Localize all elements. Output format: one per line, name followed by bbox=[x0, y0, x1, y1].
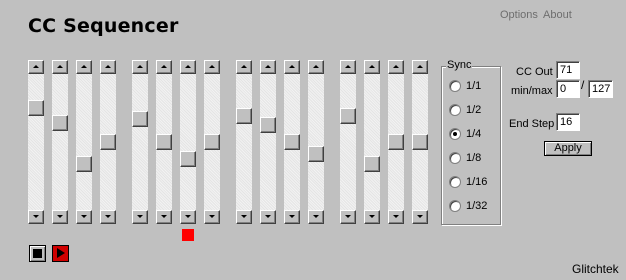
end-step-field[interactable]: 16 bbox=[556, 113, 580, 131]
step-slider-10[interactable] bbox=[260, 60, 276, 224]
sync-option-label: 1/16 bbox=[466, 176, 488, 188]
arrow-down-icon[interactable] bbox=[204, 210, 220, 224]
arrow-down-icon[interactable] bbox=[28, 210, 44, 224]
arrow-down-icon[interactable] bbox=[412, 210, 428, 224]
slider-thumb[interactable] bbox=[28, 100, 44, 116]
menu-options[interactable]: Options bbox=[500, 9, 538, 21]
arrow-up-icon[interactable] bbox=[28, 60, 44, 74]
slider-thumb[interactable] bbox=[156, 134, 172, 150]
step-slider-2[interactable] bbox=[52, 60, 68, 224]
arrow-up-icon[interactable] bbox=[76, 60, 92, 74]
radio-icon[interactable] bbox=[449, 200, 461, 212]
arrow-up-icon[interactable] bbox=[180, 60, 196, 74]
sync-option-label: 1/8 bbox=[466, 152, 482, 164]
app-title: CC Sequencer bbox=[28, 15, 179, 37]
arrow-up-icon[interactable] bbox=[364, 60, 380, 74]
brand-label: Glitchtek bbox=[572, 262, 619, 276]
step-slider-11[interactable] bbox=[284, 60, 300, 224]
arrow-down-icon[interactable] bbox=[236, 210, 252, 224]
arrow-down-icon[interactable] bbox=[388, 210, 404, 224]
arrow-up-icon[interactable] bbox=[132, 60, 148, 74]
step-slider-3[interactable] bbox=[76, 60, 92, 224]
radio-icon[interactable] bbox=[449, 176, 461, 188]
sync-option-label: 1/4 bbox=[466, 128, 482, 140]
current-step-indicator bbox=[182, 229, 194, 241]
radio-icon[interactable] bbox=[449, 80, 461, 92]
arrow-up-icon[interactable] bbox=[308, 60, 324, 74]
step-slider-14[interactable] bbox=[364, 60, 380, 224]
slider-thumb[interactable] bbox=[132, 111, 148, 127]
slider-thumb[interactable] bbox=[284, 134, 300, 150]
menu-about[interactable]: About bbox=[543, 9, 572, 21]
slider-thumb[interactable] bbox=[204, 134, 220, 150]
arrow-up-icon[interactable] bbox=[340, 60, 356, 74]
minmax-separator: / bbox=[581, 78, 585, 92]
arrow-up-icon[interactable] bbox=[156, 60, 172, 74]
cc-out-label: CC Out bbox=[516, 66, 553, 78]
radio-icon[interactable] bbox=[449, 104, 461, 116]
end-step-label: End Step bbox=[509, 118, 555, 130]
step-slider-5[interactable] bbox=[132, 60, 148, 224]
min-field[interactable]: 0 bbox=[556, 80, 580, 98]
arrow-up-icon[interactable] bbox=[260, 60, 276, 74]
slider-thumb[interactable] bbox=[100, 134, 116, 150]
max-field[interactable]: 127 bbox=[588, 80, 613, 98]
step-slider-15[interactable] bbox=[388, 60, 404, 224]
arrow-down-icon[interactable] bbox=[100, 210, 116, 224]
arrow-down-icon[interactable] bbox=[52, 210, 68, 224]
arrow-up-icon[interactable] bbox=[52, 60, 68, 74]
arrow-up-icon[interactable] bbox=[284, 60, 300, 74]
step-slider-8[interactable] bbox=[204, 60, 220, 224]
slider-thumb[interactable] bbox=[412, 134, 428, 150]
step-slider-1[interactable] bbox=[28, 60, 44, 224]
step-slider-7[interactable] bbox=[180, 60, 196, 224]
sync-option-label: 1/2 bbox=[466, 104, 482, 116]
slider-thumb[interactable] bbox=[52, 115, 68, 131]
radio-icon[interactable] bbox=[449, 128, 461, 140]
arrow-down-icon[interactable] bbox=[132, 210, 148, 224]
slider-thumb[interactable] bbox=[340, 108, 356, 124]
minmax-label: min/max bbox=[511, 85, 553, 97]
apply-button[interactable]: Apply bbox=[544, 141, 592, 156]
slider-thumb[interactable] bbox=[180, 151, 196, 167]
arrow-up-icon[interactable] bbox=[236, 60, 252, 74]
arrow-up-icon[interactable] bbox=[388, 60, 404, 74]
step-slider-13[interactable] bbox=[340, 60, 356, 224]
stop-button[interactable] bbox=[29, 245, 46, 262]
radio-icon[interactable] bbox=[449, 152, 461, 164]
arrow-up-icon[interactable] bbox=[100, 60, 116, 74]
step-slider-4[interactable] bbox=[100, 60, 116, 224]
slider-thumb[interactable] bbox=[76, 156, 92, 172]
slider-thumb[interactable] bbox=[236, 108, 252, 124]
step-slider-9[interactable] bbox=[236, 60, 252, 224]
slider-thumb[interactable] bbox=[364, 156, 380, 172]
step-slider-16[interactable] bbox=[412, 60, 428, 224]
arrow-down-icon[interactable] bbox=[284, 210, 300, 224]
stop-icon bbox=[33, 249, 42, 258]
sync-legend: Sync bbox=[446, 59, 473, 71]
sync-option-label: 1/32 bbox=[466, 200, 488, 212]
sync-option-label: 1/1 bbox=[466, 80, 482, 92]
play-button[interactable] bbox=[52, 245, 69, 262]
arrow-down-icon[interactable] bbox=[180, 210, 196, 224]
slider-thumb[interactable] bbox=[260, 117, 276, 133]
step-slider-6[interactable] bbox=[156, 60, 172, 224]
arrow-up-icon[interactable] bbox=[204, 60, 220, 74]
slider-thumb[interactable] bbox=[388, 134, 404, 150]
arrow-down-icon[interactable] bbox=[340, 210, 356, 224]
slider-thumb[interactable] bbox=[308, 146, 324, 162]
play-icon bbox=[57, 248, 65, 258]
arrow-down-icon[interactable] bbox=[156, 210, 172, 224]
arrow-down-icon[interactable] bbox=[308, 210, 324, 224]
cc-out-field[interactable]: 71 bbox=[556, 61, 580, 79]
arrow-down-icon[interactable] bbox=[260, 210, 276, 224]
step-slider-12[interactable] bbox=[308, 60, 324, 224]
arrow-up-icon[interactable] bbox=[412, 60, 428, 74]
arrow-down-icon[interactable] bbox=[76, 210, 92, 224]
arrow-down-icon[interactable] bbox=[364, 210, 380, 224]
